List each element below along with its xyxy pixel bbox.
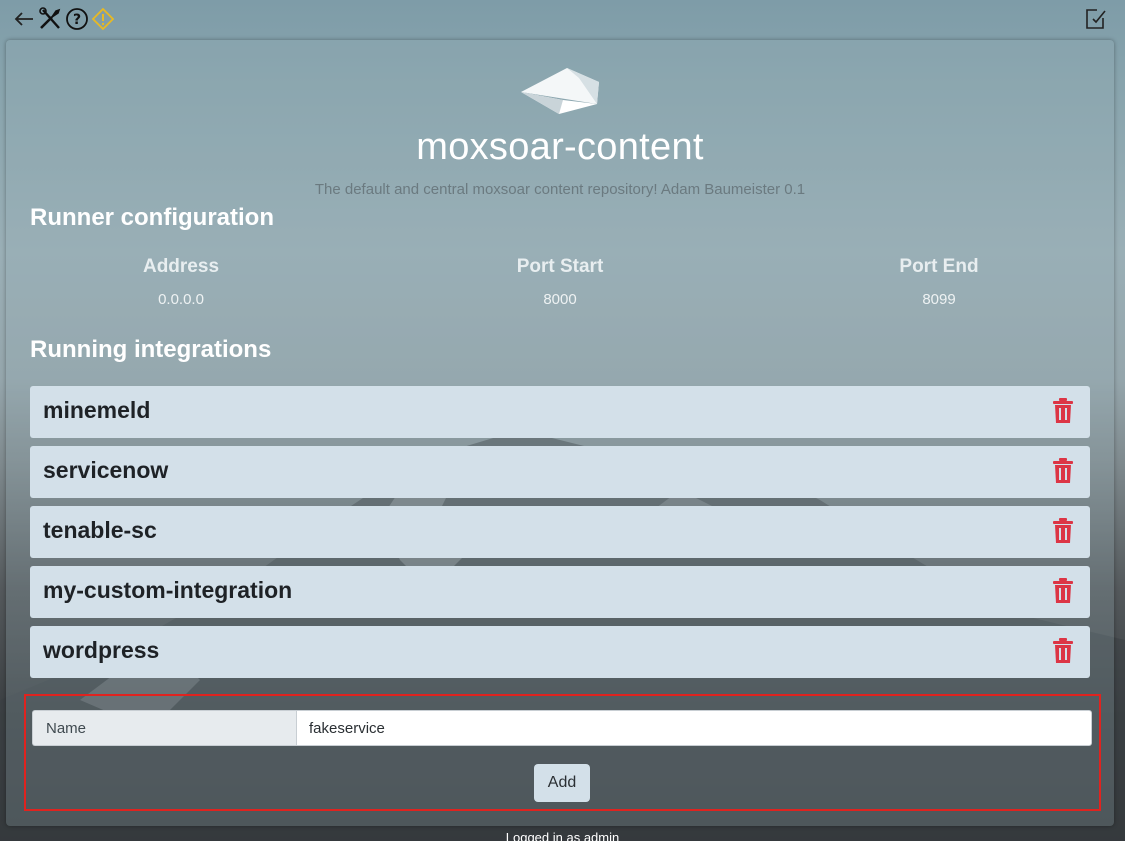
- name-field-label: Name: [32, 710, 296, 746]
- add-integration-form: Name Add: [24, 694, 1101, 811]
- warning-icon[interactable]: [91, 6, 115, 32]
- trash-icon[interactable]: [1052, 398, 1074, 424]
- trash-icon[interactable]: [1052, 638, 1074, 664]
- runner-port-end: Port End 8099: [789, 256, 1089, 308]
- integration-row[interactable]: tenable-sc: [30, 506, 1090, 558]
- add-button[interactable]: Add: [534, 764, 590, 802]
- port-end-value: 8099: [922, 291, 956, 308]
- integration-name-input[interactable]: [296, 710, 1092, 746]
- tools-icon[interactable]: [38, 6, 62, 32]
- integration-name[interactable]: my-custom-integration: [43, 577, 292, 604]
- main-panel: moxsoar-content The default and central …: [6, 40, 1114, 826]
- integration-row[interactable]: my-custom-integration: [30, 566, 1090, 618]
- trash-icon[interactable]: [1052, 518, 1074, 544]
- runner-configuration-heading: Runner configuration: [30, 204, 274, 231]
- address-value: 0.0.0.0: [158, 291, 204, 308]
- integration-name[interactable]: minemeld: [43, 397, 150, 424]
- svg-text:?: ?: [73, 12, 81, 28]
- app-description: The default and central moxsoar content …: [314, 181, 806, 198]
- port-start-label: Port Start: [516, 256, 604, 277]
- integration-name[interactable]: wordpress: [43, 637, 159, 664]
- trash-icon[interactable]: [1052, 458, 1074, 484]
- help-icon[interactable]: ?: [65, 6, 89, 32]
- runner-port-start: Port Start 8000: [410, 256, 710, 308]
- paper-plane-logo: [521, 68, 599, 114]
- top-toolbar: ?: [0, 0, 1125, 38]
- back-arrow-icon[interactable]: [12, 6, 36, 32]
- integration-row[interactable]: wordpress: [30, 626, 1090, 678]
- integration-row[interactable]: servicenow: [30, 446, 1090, 498]
- port-end-label: Port End: [899, 256, 979, 277]
- edit-note-icon[interactable]: [1084, 6, 1108, 32]
- integration-name[interactable]: tenable-sc: [43, 517, 157, 544]
- integration-row[interactable]: minemeld: [30, 386, 1090, 438]
- running-integrations-heading: Running integrations: [30, 336, 272, 363]
- integration-name[interactable]: servicenow: [43, 457, 168, 484]
- trash-icon[interactable]: [1052, 578, 1074, 604]
- runner-address: Address 0.0.0.0: [31, 256, 331, 308]
- app-title: moxsoar-content: [416, 126, 704, 168]
- port-start-value: 8000: [543, 291, 577, 308]
- address-label: Address: [142, 256, 220, 277]
- logged-in-status: Logged in as admin: [505, 830, 620, 841]
